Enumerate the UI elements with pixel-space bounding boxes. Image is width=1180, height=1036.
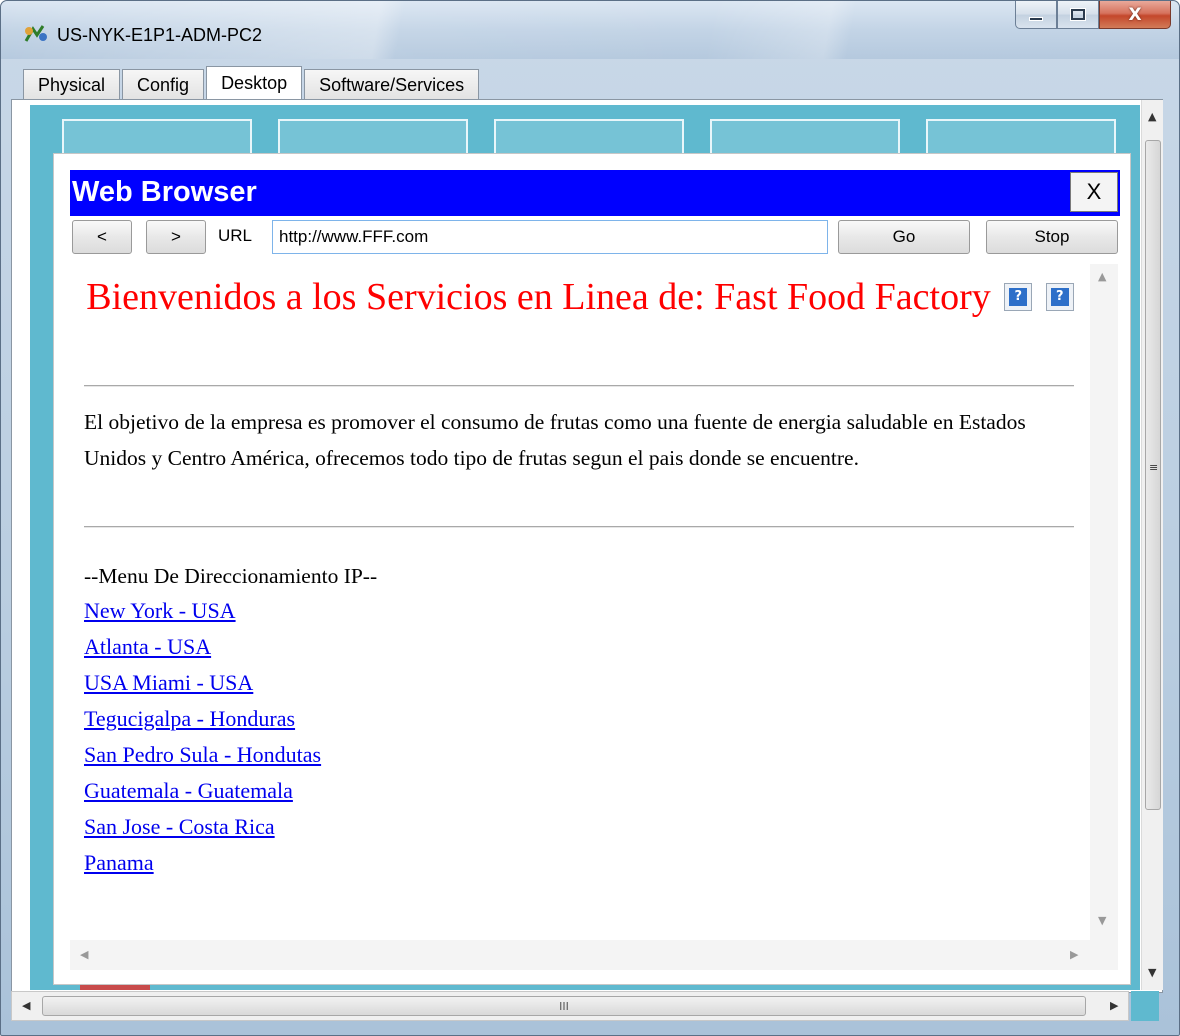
scroll-up-icon[interactable]: ▲ [1148, 110, 1156, 123]
url-input[interactable] [272, 220, 828, 254]
link-new-york[interactable]: New York - USA [84, 598, 236, 623]
go-button[interactable]: Go [838, 220, 970, 254]
web-browser-header: Web Browser X [70, 170, 1120, 216]
minimize-button[interactable] [1015, 1, 1057, 29]
page-vertical-scrollbar[interactable]: ▲ ▼ [1090, 264, 1118, 940]
tab-bar: Physical Config Desktop Software/Service… [23, 66, 481, 99]
link-atlanta[interactable]: Atlanta - USA [84, 634, 211, 659]
list-item: Panama [84, 848, 321, 884]
menu-heading: --Menu De Direccionamiento IP-- [84, 564, 378, 588]
scroll-up-icon[interactable]: ▲ [1098, 270, 1106, 283]
broken-image-icon: ? [1045, 283, 1074, 312]
stop-button[interactable]: Stop [986, 220, 1118, 254]
broken-image-icon: ? [1004, 283, 1033, 312]
list-item: Tegucigalpa - Honduras [84, 704, 321, 740]
tab-software-services[interactable]: Software/Services [304, 69, 480, 99]
packet-tracer-icon [24, 25, 47, 42]
scroll-right-icon[interactable]: ▶ [1070, 948, 1078, 961]
navigation-bar: < > URL Go Stop [72, 220, 1120, 254]
scroll-down-icon[interactable]: ▼ [1098, 914, 1106, 927]
link-tegucigalpa[interactable]: Tegucigalpa - Honduras [84, 706, 295, 731]
web-page-content: Bienvenidos a los Servicios en Linea de:… [70, 264, 1090, 940]
web-browser-dialog: Web Browser X < > URL Go Stop Bienvenido… [53, 153, 1131, 985]
maximize-button[interactable] [1057, 1, 1099, 29]
web-browser-title: Web Browser [72, 176, 257, 208]
window-title: US-NYK-E1P1-ADM-PC2 [57, 25, 263, 45]
scroll-left-icon[interactable]: ◀ [80, 948, 88, 961]
link-miami[interactable]: USA Miami - USA [84, 670, 253, 695]
tab-desktop[interactable]: Desktop [206, 66, 303, 99]
close-icon: X [1128, 4, 1142, 25]
scroll-thumb[interactable]: ≡ [1145, 140, 1161, 810]
list-item: Guatemala - Guatemala [84, 776, 321, 812]
close-button[interactable]: X [1099, 1, 1171, 29]
forward-button[interactable]: > [146, 220, 206, 254]
list-item: USA Miami - USA [84, 668, 321, 704]
intro-paragraph: El objetivo de la empresa es promover el… [84, 410, 1026, 470]
scroll-right-icon[interactable]: ▶ [1110, 999, 1118, 1012]
window-controls: X [1015, 1, 1171, 31]
page-title: Bienvenidos a los Servicios en Linea de:… [70, 274, 1090, 320]
horizontal-divider [84, 385, 1074, 387]
page-title-text: Bienvenidos a los Servicios en Linea de:… [86, 276, 991, 318]
desktop-vertical-scrollbar[interactable]: ▲ ≡ ▼ [1141, 100, 1163, 990]
page-horizontal-scrollbar[interactable]: ◀ ▶ [70, 940, 1118, 970]
link-panama[interactable]: Panama [84, 850, 154, 875]
minimize-icon [1029, 16, 1043, 21]
link-list: New York - USA Atlanta - USA USA Miami -… [84, 596, 321, 884]
list-item: San Pedro Sula - Hondutas [84, 740, 321, 776]
link-guatemala[interactable]: Guatemala - Guatemala [84, 778, 293, 803]
tab-physical[interactable]: Physical [23, 69, 121, 99]
scroll-grip-icon: III [559, 999, 569, 1013]
app-window: US-NYK-E1P1-ADM-PC2 X Physical Config De… [0, 0, 1180, 1036]
back-button[interactable]: < [72, 220, 132, 254]
list-item: Atlanta - USA [84, 632, 321, 668]
list-item: San Jose - Costa Rica [84, 812, 321, 848]
desktop-horizontal-scrollbar[interactable]: ◀ III ▶ [11, 991, 1129, 1021]
web-browser-close-button[interactable]: X [1070, 172, 1118, 212]
title-bar[interactable]: US-NYK-E1P1-ADM-PC2 X [1, 1, 1179, 59]
maximize-icon [1071, 9, 1085, 20]
scroll-left-icon[interactable]: ◀ [22, 999, 30, 1012]
horizontal-divider [84, 526, 1074, 528]
scroll-grip-icon: ≡ [1149, 461, 1159, 474]
list-item: New York - USA [84, 596, 321, 632]
link-san-pedro-sula[interactable]: San Pedro Sula - Hondutas [84, 742, 321, 767]
scroll-down-icon[interactable]: ▼ [1148, 966, 1156, 979]
url-label: URL [218, 226, 253, 245]
scrollbar-corner [1131, 991, 1159, 1021]
scroll-thumb[interactable]: III [42, 996, 1086, 1016]
link-san-jose[interactable]: San Jose - Costa Rica [84, 814, 275, 839]
tab-config[interactable]: Config [122, 69, 205, 99]
